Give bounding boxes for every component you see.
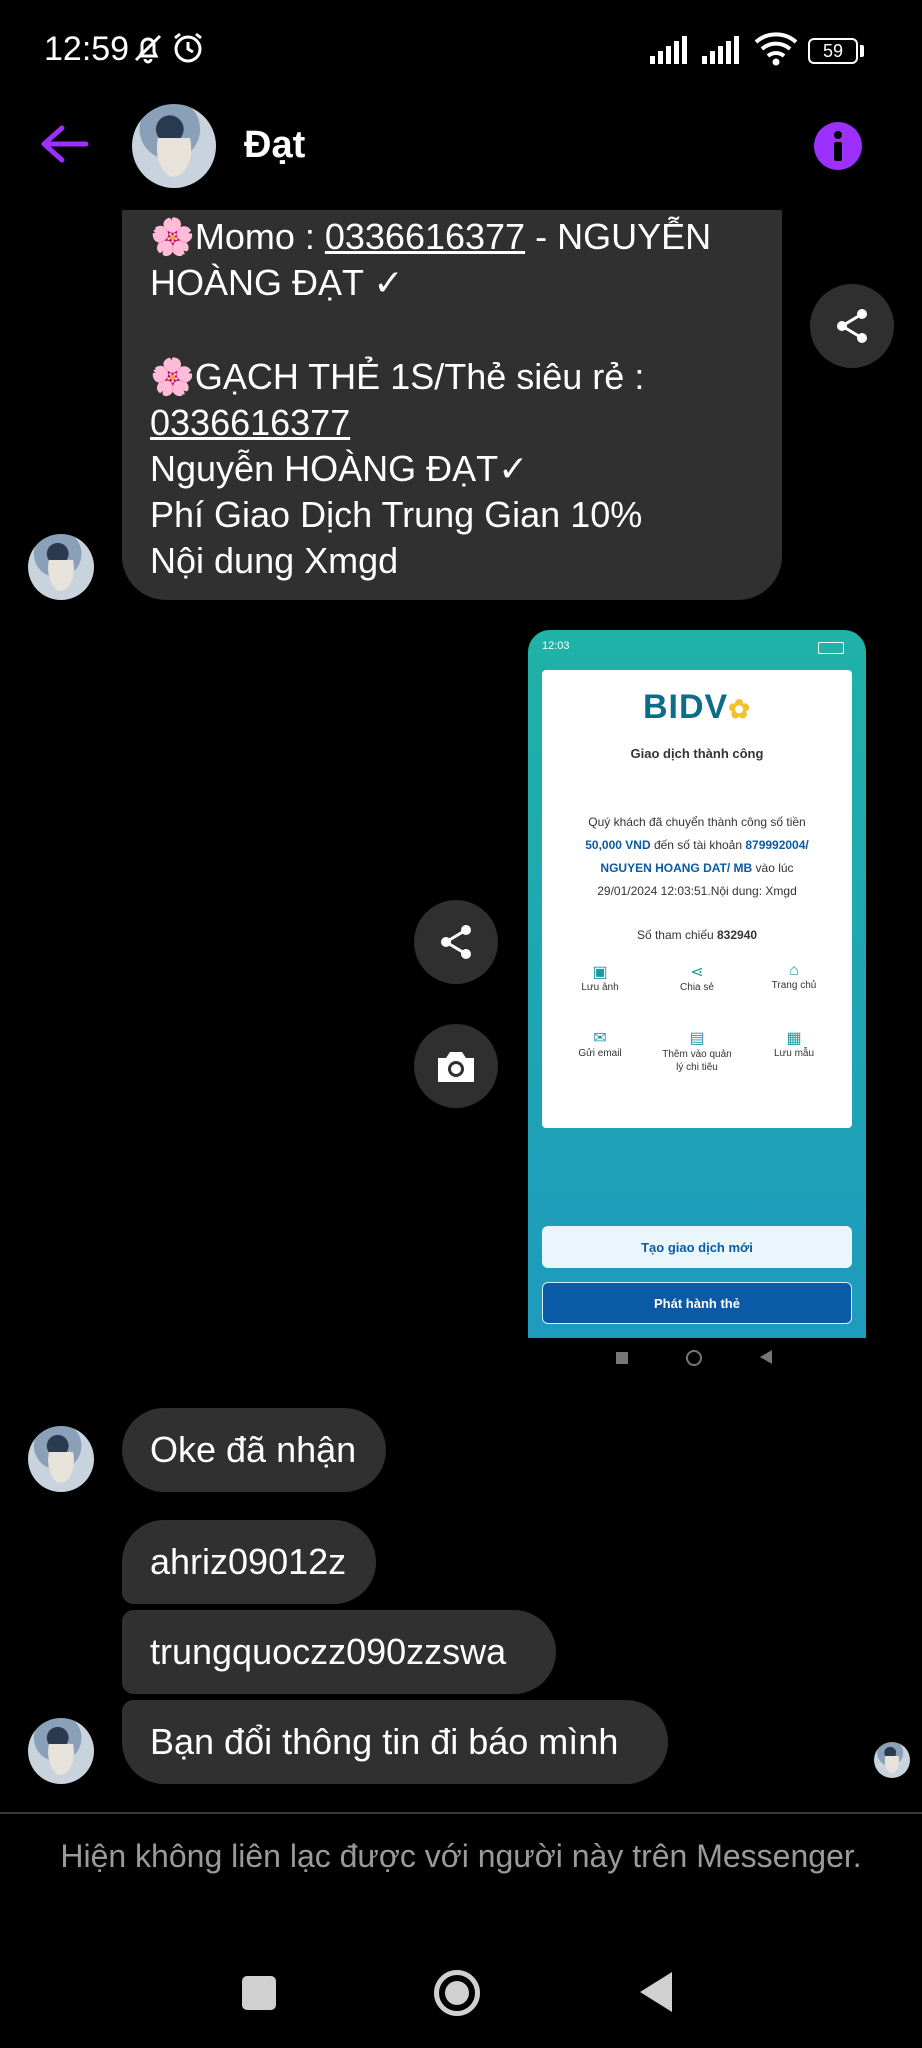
receipt-action-share: ⋖ Chia sẻ: [667, 962, 727, 993]
receipt-action-label: Gửi email: [578, 1048, 622, 1059]
home-icon: ⌂: [789, 962, 799, 979]
receipt-action-home: ⌂ Trang chủ: [762, 962, 826, 991]
home-nav-icon-dot: [445, 1981, 469, 2005]
receipt-issue-card-button: Phát hành thẻ: [542, 1282, 852, 1324]
battery-level: 59: [822, 41, 844, 61]
receipt-action-expense: ▤ Thêm vào quản lý chi tiêu: [662, 1028, 732, 1074]
info-line-6: Phí Giao Dịch Trung Gian 10%: [150, 494, 643, 535]
receipt-card: BIDV✿ Giao dịch thành công Quý khách đã …: [542, 670, 852, 1128]
receipt-action-template: ▦ Lưu mẫu: [762, 1028, 826, 1059]
share-button[interactable]: [810, 284, 894, 368]
receipt-line-4: 29/01/2024 12:03:51.Nội dung: Xmgd: [597, 884, 797, 898]
info-icon[interactable]: [814, 122, 862, 170]
receipt-title: Giao dịch thành công: [630, 746, 764, 761]
composer-divider: [0, 1812, 922, 1814]
back-arrow-icon[interactable]: [40, 124, 90, 169]
bidv-brand: BIDV: [642, 688, 729, 726]
info-line-2: HOÀNG ĐẠT ✓: [150, 262, 404, 303]
recents-nav-icon[interactable]: [242, 1976, 276, 2010]
contact-name[interactable]: Đạt: [244, 124, 305, 167]
clipboard-icon: ▤: [689, 1030, 705, 1047]
receipt-ref-value: 832940: [717, 928, 758, 942]
image-icon: ▣: [592, 964, 608, 981]
home-nav-icon[interactable]: [434, 1970, 480, 2016]
mute-bell-icon: [130, 30, 166, 71]
share-icon: [837, 309, 867, 343]
card-phone-link[interactable]: 0336616377: [150, 400, 350, 446]
camera-button[interactable]: [414, 1024, 498, 1108]
receipt-line-2: 50,000 VND đến số tài khoản 879992004/: [542, 838, 852, 852]
battery-icon: 59: [808, 38, 858, 64]
mail-icon: ✉: [593, 1030, 607, 1047]
message-bubble[interactable]: Oke đã nhận: [122, 1408, 386, 1492]
image-attachment-receipt[interactable]: 12:03 BIDV✿ Giao dịch thành công Quý khá…: [528, 630, 866, 1338]
info-line-1: 🌸Momo : 0336616377 - NGUYỄN: [150, 214, 711, 260]
receipt-line-1: Quý khách đã chuyển thành công số tiền: [588, 815, 806, 829]
alarm-icon: [170, 30, 206, 71]
receipt-action-label: Thêm vào quản lý chi tiêu: [662, 1049, 732, 1073]
battery-tip: [860, 45, 864, 57]
message-bubble[interactable]: ahriz09012z: [122, 1520, 376, 1604]
info-line-7: Nội dung Xmgd: [150, 540, 399, 581]
signal-icon: [650, 34, 694, 69]
status-time: 12:59: [44, 30, 130, 68]
message-bubble-info[interactable]: 🌸Momo : 0336616377 - NGUYỄN HOÀNG ĐẠT ✓ …: [122, 210, 782, 600]
message-bubble[interactable]: trungquoczz090zzswa: [122, 1610, 556, 1694]
share-image-button[interactable]: [414, 900, 498, 984]
wifi-icon: [754, 30, 798, 71]
receipt-action-email: ✉ Gửi email: [570, 1028, 630, 1059]
read-receipt-avatar: [874, 1742, 910, 1778]
receipt-action-label: Lưu ảnh: [581, 982, 619, 993]
mini-back-icon: [760, 1350, 772, 1364]
unavailable-notice: Hiện không liên lạc được với người này t…: [60, 1838, 862, 1874]
document-icon: ▦: [786, 1030, 802, 1047]
mini-home-icon: [686, 1350, 702, 1366]
sender-avatar[interactable]: [28, 1426, 94, 1492]
receipt-mini-time: 12:03: [542, 640, 570, 652]
receipt-account: 879992004/: [745, 838, 809, 852]
bidv-logo: BIDV✿: [542, 688, 852, 727]
bidv-flower-icon: ✿: [728, 694, 752, 724]
mini-recents-icon: [616, 1352, 628, 1364]
receipt-ref: Số tham chiếu 832940: [542, 928, 852, 942]
share-small-icon: ⋖: [690, 964, 704, 981]
receipt-action-label: Chia sẻ: [680, 982, 714, 993]
signal-icon-2: [702, 34, 746, 69]
receipt-action-save-image: ▣ Lưu ảnh: [570, 962, 630, 993]
message-bubble[interactable]: Bạn đổi thông tin đi báo mình: [122, 1700, 668, 1784]
sender-avatar[interactable]: [28, 534, 94, 600]
info-line-1-prefix: 🌸Momo :: [150, 216, 325, 257]
back-nav-icon[interactable]: [640, 1972, 672, 2012]
receipt-line-3-suffix: vào lúc: [752, 861, 794, 875]
momo-phone-link[interactable]: 0336616377: [325, 216, 525, 257]
contact-avatar[interactable]: [132, 104, 216, 188]
receipt-action-label: Trang chủ: [771, 980, 817, 991]
receipt-line-3: NGUYEN HOANG DAT/ MB vào lúc: [542, 861, 852, 875]
receipt-action-label: Lưu mẫu: [773, 1048, 815, 1059]
receipt-new-transaction-button: Tạo giao dịch mới: [542, 1226, 852, 1268]
receipt-recipient: NGUYEN HOANG DAT/ MB: [600, 861, 753, 875]
camera-icon: [438, 1052, 474, 1082]
share-icon: [441, 925, 471, 959]
info-line-3: 🌸GẠCH THẺ 1S/Thẻ siêu rẻ :: [150, 356, 645, 397]
receipt-mini-battery-icon: [818, 642, 844, 654]
receipt-amount: 50,000 VND: [585, 838, 651, 852]
receipt-ref-label: Số tham chiếu: [636, 928, 717, 942]
sender-avatar[interactable]: [28, 1718, 94, 1784]
receipt-line-2-mid: đến số tài khoản: [650, 838, 746, 852]
info-line-1-suffix: - NGUYỄN: [525, 216, 712, 257]
info-line-5: Nguyễn HOÀNG ĐẠT✓: [150, 448, 529, 489]
